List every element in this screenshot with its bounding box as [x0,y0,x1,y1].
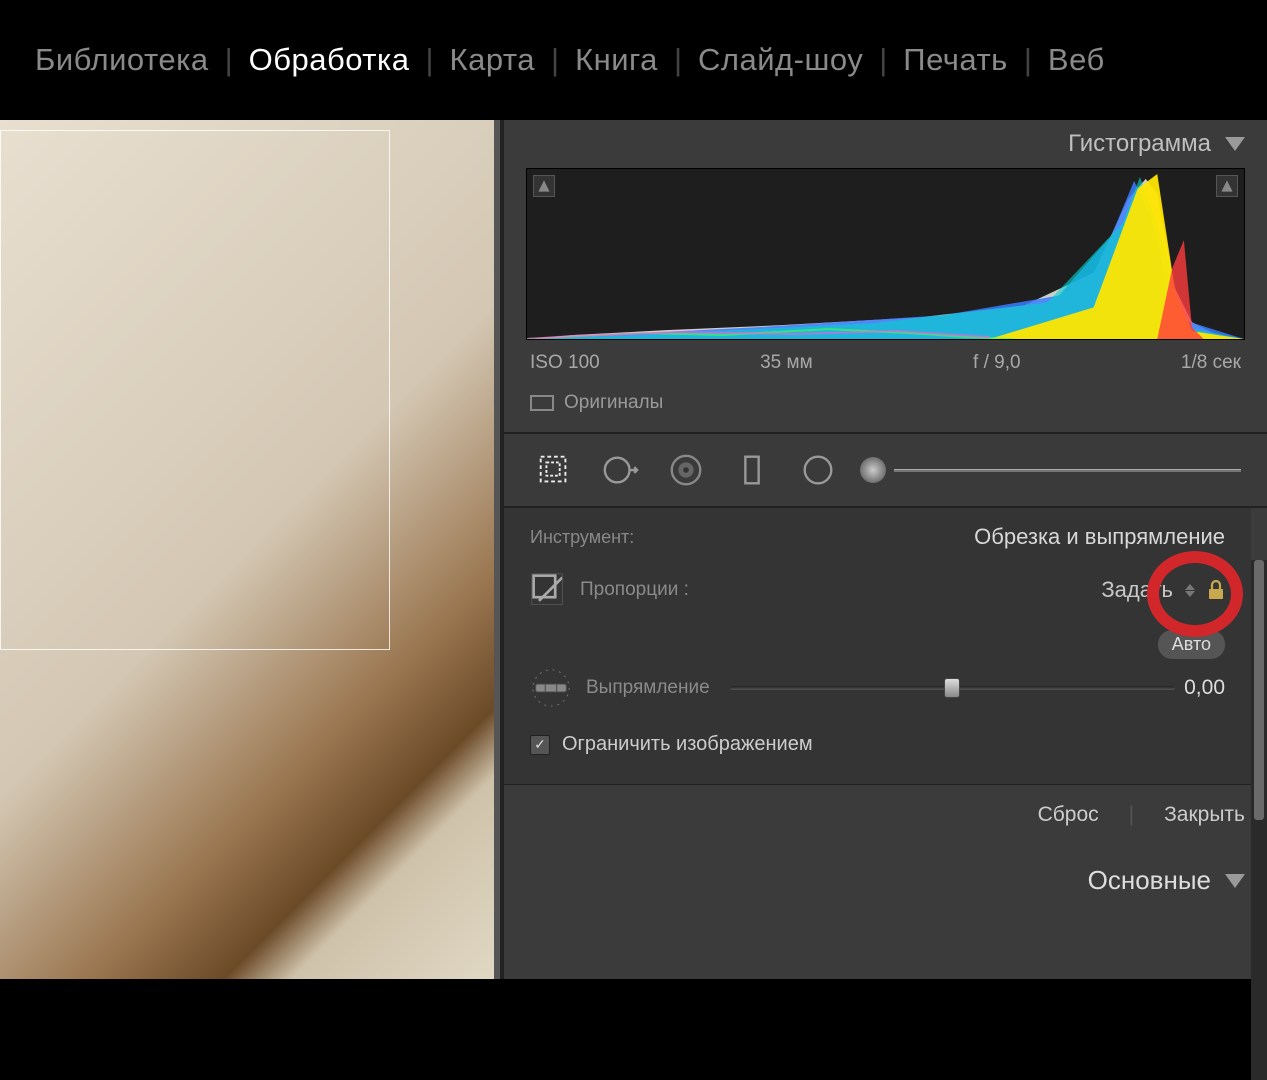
lock-icon[interactable] [1207,579,1225,601]
histogram-panel-header[interactable]: Гистограмма [504,120,1267,168]
module-print[interactable]: Печать [903,42,1008,78]
chevron-down-icon[interactable] [1225,874,1245,888]
exif-focal: 35 мм [760,352,813,374]
straighten-level-icon[interactable] [530,667,572,709]
exif-row: ISO 100 35 мм f / 9,0 1/8 сек [504,348,1267,384]
redeye-tool-button[interactable] [662,446,710,494]
brush-slider-line [894,469,1241,472]
originals-label: Оригиналы [564,392,663,414]
photo-content [0,120,494,979]
straighten-label: Выпрямление [586,677,710,699]
aspect-crop-icon[interactable] [530,572,566,608]
tool-strip [504,434,1267,508]
module-separator: | [674,42,682,78]
tool-label: Инструмент: [530,527,634,548]
graduated-filter-button[interactable] [728,446,776,494]
tool-name: Обрезка и выпрямление [974,524,1225,550]
module-slideshow[interactable]: Слайд-шоу [698,42,863,78]
straighten-slider-thumb[interactable] [944,678,960,698]
module-separator: | [425,42,433,78]
module-library[interactable]: Библиотека [35,42,209,78]
image-preview[interactable] [0,120,500,979]
aspect-stepper[interactable] [1185,584,1195,597]
crop-tool-button[interactable] [530,446,578,494]
module-separator: | [225,42,233,78]
module-map[interactable]: Карта [450,42,535,78]
reset-button[interactable]: Сброс [1038,803,1099,827]
aspect-value-dropdown[interactable]: Задать [1101,577,1173,603]
radial-filter-button[interactable] [794,446,842,494]
originals-icon [530,395,554,411]
action-separator: | [1129,803,1134,827]
exif-shutter: 1/8 сек [1181,352,1241,374]
crop-action-row: Сброс | Закрыть [504,785,1267,847]
basic-title: Основные [1088,865,1211,896]
close-button[interactable]: Закрыть [1164,803,1245,827]
module-web[interactable]: Веб [1048,42,1105,78]
exif-iso: ISO 100 [530,352,600,374]
module-separator: | [551,42,559,78]
right-panel: Гистограмма ISO 100 35 мм f / [500,120,1267,979]
panel-scrollbar[interactable] [1251,560,1267,1080]
scrollbar-thumb[interactable] [1254,560,1264,820]
histogram-title: Гистограмма [1068,130,1211,158]
constrain-checkbox[interactable]: ✓ [530,735,550,755]
module-separator: | [1024,42,1032,78]
straighten-value[interactable]: 0,00 [1175,676,1225,700]
brush-icon [860,457,886,483]
adjustment-brush-button[interactable] [860,457,1241,483]
basic-panel-header[interactable]: Основные [504,847,1267,906]
auto-straighten-button[interactable]: Авто [1158,630,1225,659]
module-book[interactable]: Книга [575,42,658,78]
aspect-label: Пропорции : [580,579,689,601]
constrain-label: Ограничить изображением [562,733,813,756]
module-nav: Библиотека | Обработка | Карта | Книга |… [0,0,1267,120]
exif-aperture: f / 9,0 [973,352,1021,374]
module-develop[interactable]: Обработка [249,42,410,78]
histogram-graph [527,169,1244,339]
straighten-slider[interactable] [730,686,1175,690]
originals-row[interactable]: Оригиналы [504,384,1267,434]
module-separator: | [879,42,887,78]
histogram[interactable] [526,168,1245,340]
chevron-down-icon[interactable] [1225,137,1245,151]
spot-removal-button[interactable] [596,446,644,494]
